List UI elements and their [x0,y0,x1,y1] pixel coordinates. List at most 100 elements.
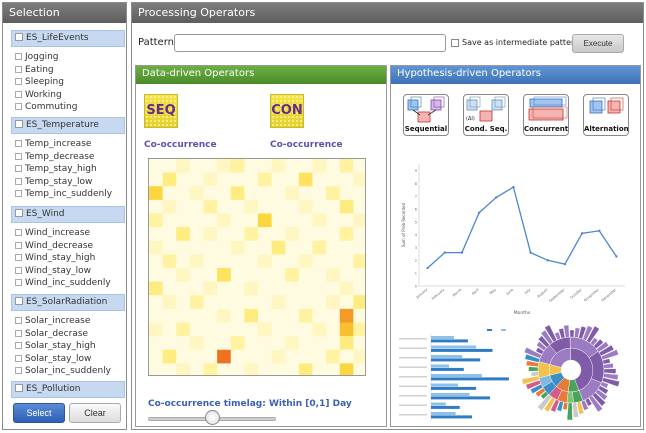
con-operator-button[interactable]: CON [270,94,304,128]
event-item[interactable]: Wind_stay_high [15,253,95,264]
event-item[interactable]: Temp_stay_low [15,177,92,188]
event-item[interactable]: Temp_increase [15,139,91,150]
event-item[interactable]: Sleeping [15,77,64,88]
seq-operator-label: Co-occurrence [144,140,217,150]
category-checkbox[interactable] [15,120,23,128]
heatmap-cell [149,199,163,214]
execute-button[interactable]: Execute [572,34,624,53]
clear-button[interactable]: Clear [69,403,121,423]
concurrent-icon [528,96,568,121]
heatmap-cell [203,159,218,173]
heatmap-cell [271,240,286,255]
heatmap-cell [217,240,232,255]
category-es-pollution[interactable]: ES_Pollution [11,381,125,398]
category-es-temperature[interactable]: ES_Temperature [11,117,125,134]
event-label: Solar_increase [25,316,91,326]
sunburst-chart [521,324,620,421]
heatmap-cell [353,322,365,337]
select-button[interactable]: Select [13,403,65,423]
event-checkbox[interactable] [15,241,22,249]
heatmap-cell [176,254,191,269]
heatmap-cell [353,268,365,282]
event-item[interactable]: Commuting [15,102,77,113]
heatmap-cell [298,295,313,310]
event-item[interactable]: Solar_decrase [15,329,88,340]
bar [431,348,493,352]
event-item[interactable]: Solar_inc_suddenly [15,366,111,377]
heatmap-cell [353,336,365,351]
cond-seq-operator-button[interactable]: (ΔI) Cond. Seq. [463,94,509,136]
bar-category-placeholder [399,338,427,340]
event-checkbox[interactable] [15,354,22,362]
event-item[interactable]: Solar_increase [15,316,90,327]
heatmap-cell [285,308,300,323]
data-point [529,251,532,254]
event-checkbox[interactable] [15,190,22,198]
x-tick-label: March [452,288,463,298]
heatmap-cell [339,281,354,296]
category-es-wind[interactable]: ES_Wind [11,206,125,223]
category-checkbox[interactable] [15,209,23,217]
category-checkbox[interactable] [15,33,23,41]
y-tick-label: 5 [415,220,417,224]
bar-category-placeholder [399,395,427,397]
heatmap-cell [149,349,163,364]
event-checkbox[interactable] [15,367,22,375]
sequential-operator-button[interactable]: Sequential [403,94,449,136]
event-item[interactable]: Wind_decrease [15,241,93,252]
event-checkbox[interactable] [15,279,22,287]
event-item[interactable]: Eating [15,65,54,76]
heatmap-cell [353,172,365,187]
bar-category-placeholder [399,404,427,406]
event-checkbox[interactable] [15,266,22,274]
timelag-slider-thumb[interactable] [205,410,220,425]
category-checkbox[interactable] [15,384,23,392]
event-item[interactable]: Wind_increase [15,228,90,239]
event-item[interactable]: Temp_decrease [15,152,94,163]
heatmap-cell [217,213,232,228]
heatmap-cell [176,322,191,337]
heatmap-cell [230,295,245,310]
heatmap-cell [285,349,300,364]
category-es-solarradiation[interactable]: ES_SolarRadiation [11,294,125,311]
heatmap-cell [271,159,286,173]
event-checkbox[interactable] [15,90,22,98]
event-item[interactable]: Wind_inc_suddenly [15,278,111,289]
category-es-lifeevents[interactable]: ES_LifeEvents [11,30,125,47]
event-checkbox[interactable] [15,65,22,73]
event-checkbox[interactable] [15,152,22,160]
heatmap-cell [339,240,354,255]
co-occurrence-heatmap[interactable] [148,158,366,376]
event-item[interactable]: Temp_inc_suddenly [15,189,112,200]
category-checkbox[interactable] [15,297,23,305]
event-checkbox[interactable] [15,317,22,324]
alternation-operator-button[interactable]: Alternation [583,94,629,136]
heatmap-cell [285,227,300,242]
save-intermediate-checkbox[interactable] [451,39,459,47]
event-checkbox[interactable] [15,229,22,236]
concurrent-operator-button[interactable]: Concurrent [523,94,569,136]
event-item[interactable]: Solar_stay_high [15,341,96,352]
event-checkbox[interactable] [15,329,22,337]
event-checkbox[interactable] [15,342,22,350]
event-checkbox[interactable] [15,254,22,262]
event-checkbox[interactable] [15,140,22,147]
event-item[interactable]: Working [15,90,62,101]
event-label: Temp_decrease [25,151,95,162]
event-item[interactable]: Temp_stay_high [15,164,97,175]
event-checkbox[interactable] [15,103,22,111]
event-checkbox[interactable] [15,53,22,60]
event-checkbox[interactable] [15,165,22,173]
event-checkbox[interactable] [15,177,22,185]
heatmap-cell [230,268,245,282]
heatmap-cell [203,308,218,323]
seq-operator-button[interactable]: SEQ [144,94,178,128]
event-item[interactable]: Solar_stay_low [15,354,91,365]
event-checkbox[interactable] [15,78,22,86]
monthly-line-chart: 0 1 2 3 4 5 6 7 8 9 January February March April May Ju… [401,164,625,316]
pattern-input[interactable] [174,34,446,52]
data-driven-panel: Data-driven Operators SEQ Co-occurrence … [135,65,387,427]
event-item[interactable]: Wind_stay_low [15,266,91,277]
event-item[interactable]: Jogging [15,52,59,63]
heatmap-cell [149,240,163,255]
